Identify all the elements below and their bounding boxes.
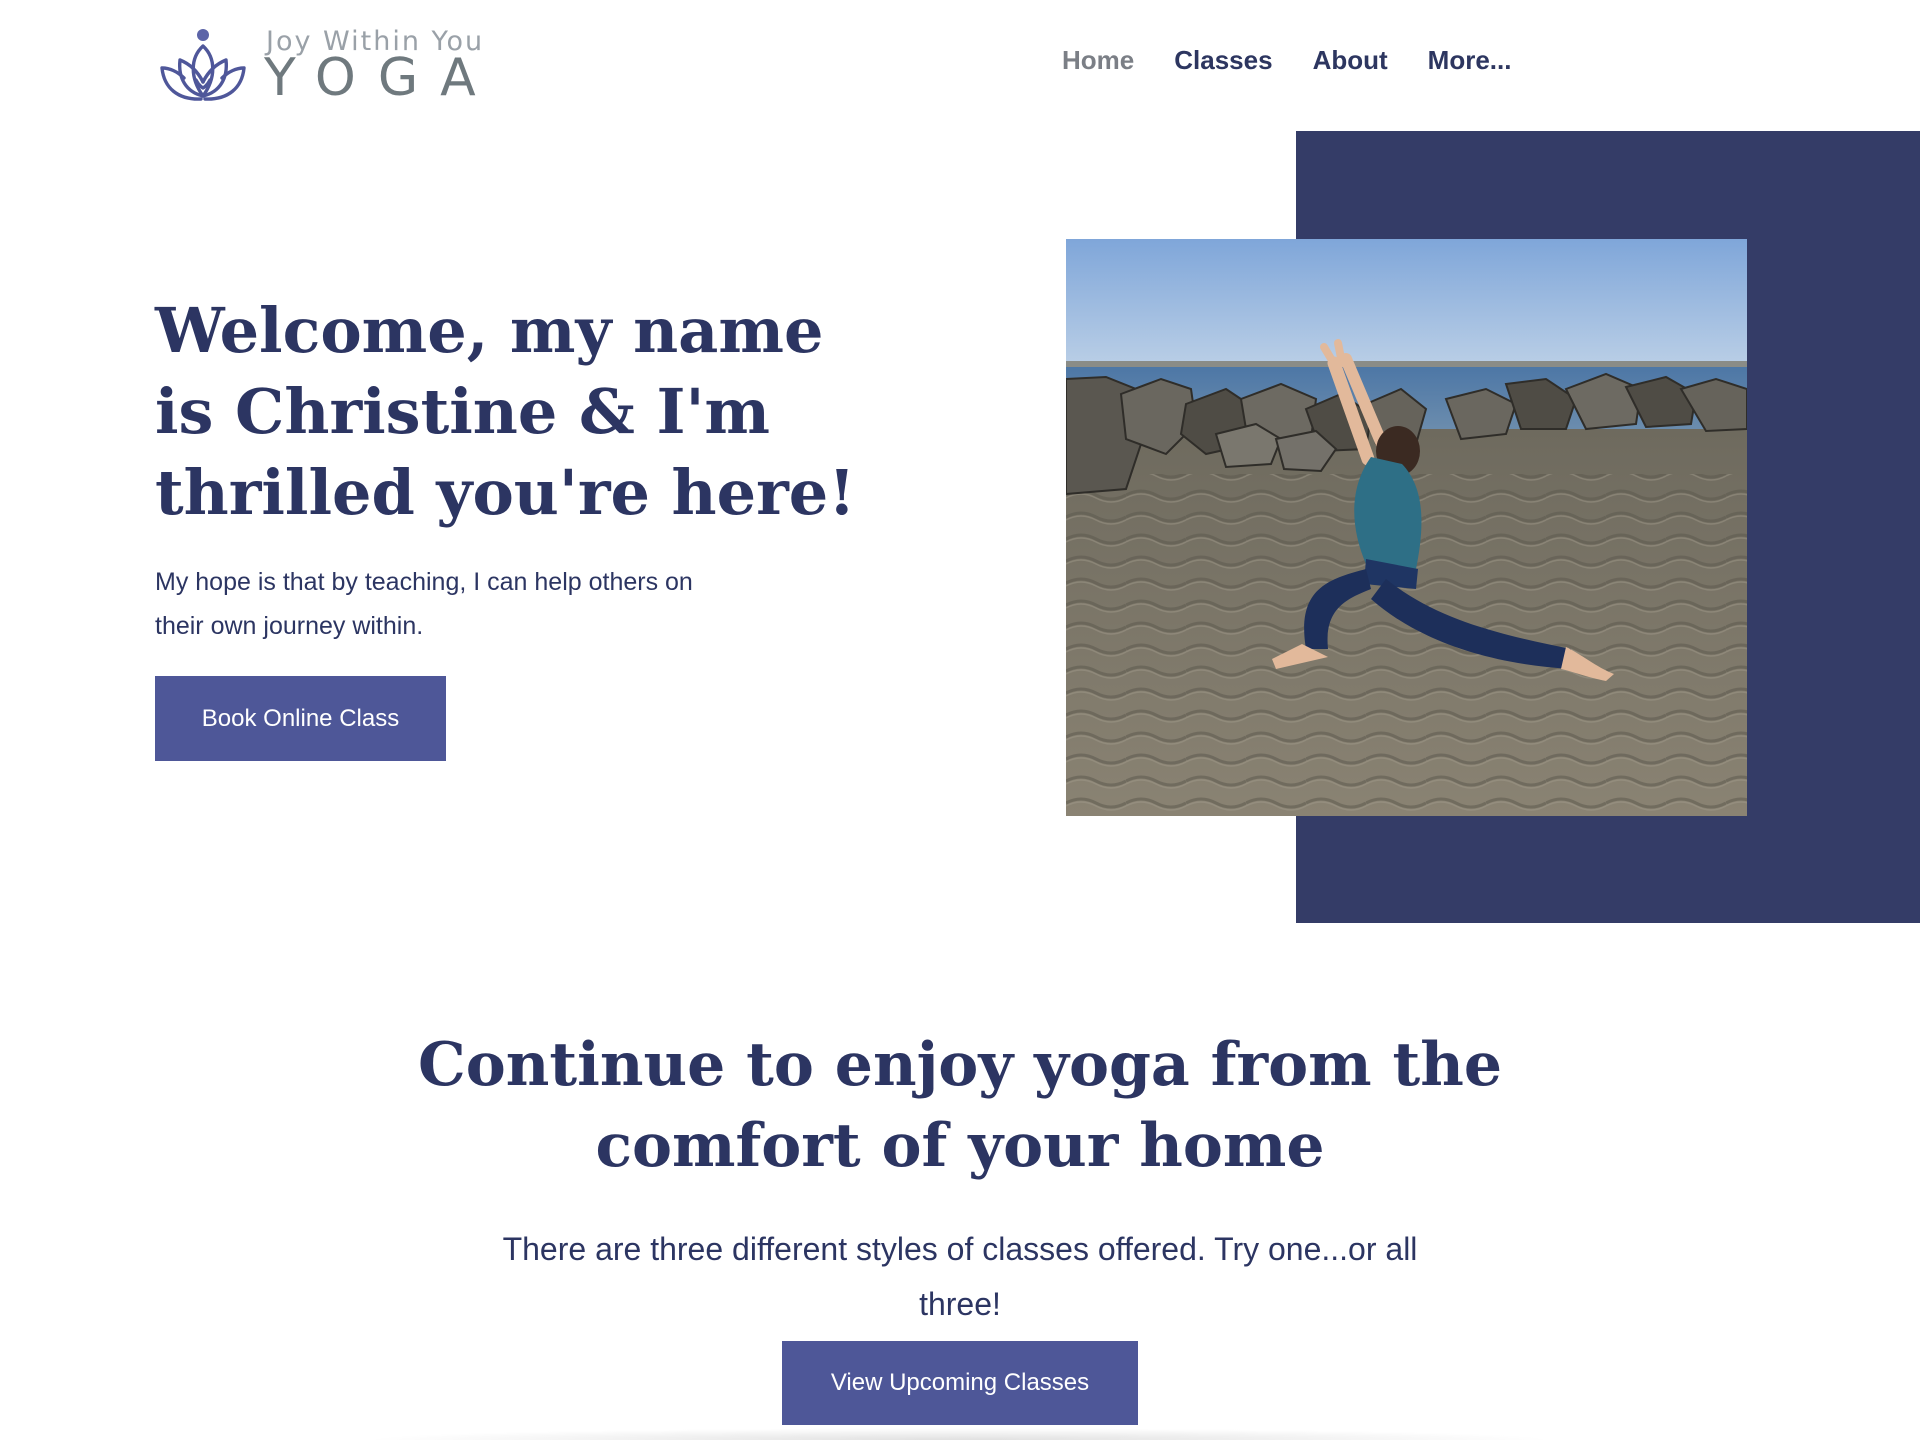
section-title: Continue to enjoy yoga from the comfort … <box>417 1030 1503 1181</box>
section-text: There are three different styles of clas… <box>502 1231 1418 1322</box>
lotus-icon <box>160 29 246 101</box>
nav-more[interactable]: More... <box>1428 40 1512 80</box>
book-online-class-button[interactable]: Book Online Class <box>155 676 446 761</box>
nav-home[interactable]: Home <box>1062 40 1134 80</box>
section-divider-shadow <box>360 1428 1560 1440</box>
site-header: Joy Within You YOGA Home Classes About M… <box>0 0 1920 130</box>
hero-text: My hope is that by teaching, I can help … <box>155 568 693 640</box>
logo-wordmark: YOGA <box>264 48 498 108</box>
view-upcoming-classes-button[interactable]: View Upcoming Classes <box>782 1341 1138 1425</box>
main-nav: Home Classes About More... <box>1062 40 1511 80</box>
page: Joy Within You YOGA Home Classes About M… <box>0 0 1920 1440</box>
hero-title: Welcome, my name is Christine & I'm thri… <box>155 294 856 529</box>
site-logo[interactable]: Joy Within You YOGA <box>156 26 482 106</box>
hero-photo <box>1066 239 1747 816</box>
hero-photo-image <box>1066 239 1747 816</box>
nav-about[interactable]: About <box>1313 40 1388 80</box>
nav-classes[interactable]: Classes <box>1174 40 1272 80</box>
